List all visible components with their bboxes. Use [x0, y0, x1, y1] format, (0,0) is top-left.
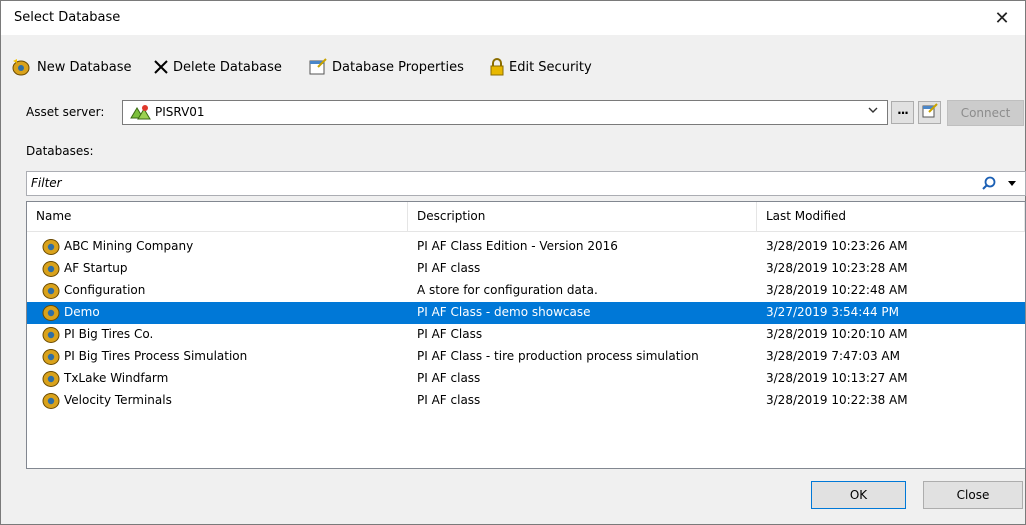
asset-server-value: PISRV01 [155, 105, 205, 119]
row-name: Configuration [64, 283, 146, 297]
database-properties-button[interactable]: Database Properties [308, 55, 464, 79]
connect-button[interactable]: Connect [947, 100, 1024, 126]
server-icon [129, 104, 151, 126]
chevron-down-icon[interactable] [867, 104, 879, 119]
row-description: PI AF Class - demo showcase [417, 305, 591, 319]
table-row[interactable]: TxLake Windfarm PI AF class 3/28/2019 10:1… [27, 368, 1025, 390]
delete-icon [153, 59, 169, 75]
column-separator [1024, 202, 1025, 231]
column-header-name[interactable]: Name [36, 209, 71, 231]
ok-button[interactable]: OK [811, 481, 906, 509]
table-row[interactable]: Demo PI AF Class - demo showcase 3/27/2019… [27, 302, 1025, 324]
row-description: PI AF class [417, 371, 481, 385]
row-name: AF Startup [64, 261, 128, 275]
dialog-title: Select Database [14, 10, 121, 25]
row-description: PI AF Class - tire production process si… [417, 349, 699, 363]
server-properties-button[interactable] [918, 101, 941, 124]
table-row[interactable]: AF Startup PI AF class 3/28/2019 10:23:28 … [27, 258, 1025, 280]
row-name: Demo [64, 305, 100, 319]
row-last-modified: 3/28/2019 10:13:27 AM [766, 371, 908, 385]
title-bar: Select Database ✕ [1, 1, 1025, 35]
new-database-button[interactable]: New Database [11, 55, 132, 79]
row-last-modified: 3/28/2019 10:23:26 AM [766, 239, 908, 253]
row-name: TxLake Windfarm [64, 371, 169, 385]
table-row[interactable]: PI Big Tires Process Simulation PI AF Cla… [27, 346, 1025, 368]
database-properties-label: Database Properties [332, 59, 464, 75]
filter-dropdown-icon[interactable] [1007, 175, 1017, 194]
search-icon[interactable] [981, 175, 997, 195]
delete-database-button[interactable]: Delete Database [153, 55, 282, 79]
row-description: PI AF Class Edition - Version 2016 [417, 239, 618, 253]
databases-list: Name Description Last Modified ABC Minin… [26, 201, 1026, 469]
new-database-label: New Database [37, 59, 132, 75]
close-button[interactable]: Close [923, 481, 1023, 509]
browse-server-button[interactable]: ··· [891, 101, 914, 124]
table-row[interactable]: PI Big Tires Co. PI AF Class 3/28/2019 10:… [27, 324, 1025, 346]
row-description: PI AF class [417, 393, 481, 407]
new-database-icon [11, 58, 33, 76]
toolbar: New Database Delete Database Database Pr… [1, 55, 1025, 81]
properties-icon [308, 58, 328, 76]
row-description: PI AF Class [417, 327, 483, 341]
column-header-last-modified[interactable]: Last Modified [766, 209, 846, 231]
row-last-modified: 3/27/2019 3:54:44 PM [766, 305, 900, 319]
row-last-modified: 3/28/2019 10:23:28 AM [766, 261, 908, 275]
edit-security-label: Edit Security [509, 59, 592, 75]
column-separator[interactable] [407, 202, 408, 231]
row-last-modified: 3/28/2019 10:22:38 AM [766, 393, 908, 407]
table-row[interactable]: Configuration A store for configuration d… [27, 280, 1025, 302]
row-name: ABC Mining Company [64, 239, 194, 253]
lock-icon [489, 58, 505, 76]
column-header-description[interactable]: Description [417, 209, 485, 231]
close-icon[interactable]: ✕ [979, 1, 1025, 35]
row-name: PI Big Tires Process Simulation [64, 349, 248, 363]
table-row[interactable]: Velocity Terminals PI AF class 3/28/2019 1… [27, 390, 1025, 412]
select-database-dialog: Select Database ✕ New Database Delete Da… [0, 0, 1026, 525]
asset-server-label: Asset server: [26, 105, 105, 119]
row-description: A store for configuration data. [417, 283, 598, 297]
properties-icon [922, 103, 938, 122]
edit-security-button[interactable]: Edit Security [489, 55, 592, 79]
delete-database-label: Delete Database [173, 59, 282, 75]
table-row[interactable]: ABC Mining Company PI AF Class Edition - … [27, 236, 1025, 258]
column-separator[interactable] [756, 202, 757, 231]
database-icon [41, 391, 61, 415]
filter-input[interactable]: Filter [26, 171, 1026, 196]
filter-placeholder: Filter [31, 176, 62, 190]
databases-label: Databases: [26, 144, 94, 158]
row-name: Velocity Terminals [64, 393, 172, 407]
row-description: PI AF class [417, 261, 481, 275]
row-name: PI Big Tires Co. [64, 327, 154, 341]
row-last-modified: 3/28/2019 7:47:03 AM [766, 349, 900, 363]
row-last-modified: 3/28/2019 10:22:48 AM [766, 283, 908, 297]
list-header: Name Description Last Modified [27, 202, 1025, 232]
row-last-modified: 3/28/2019 10:20:10 AM [766, 327, 908, 341]
asset-server-select[interactable]: PISRV01 [122, 100, 888, 125]
